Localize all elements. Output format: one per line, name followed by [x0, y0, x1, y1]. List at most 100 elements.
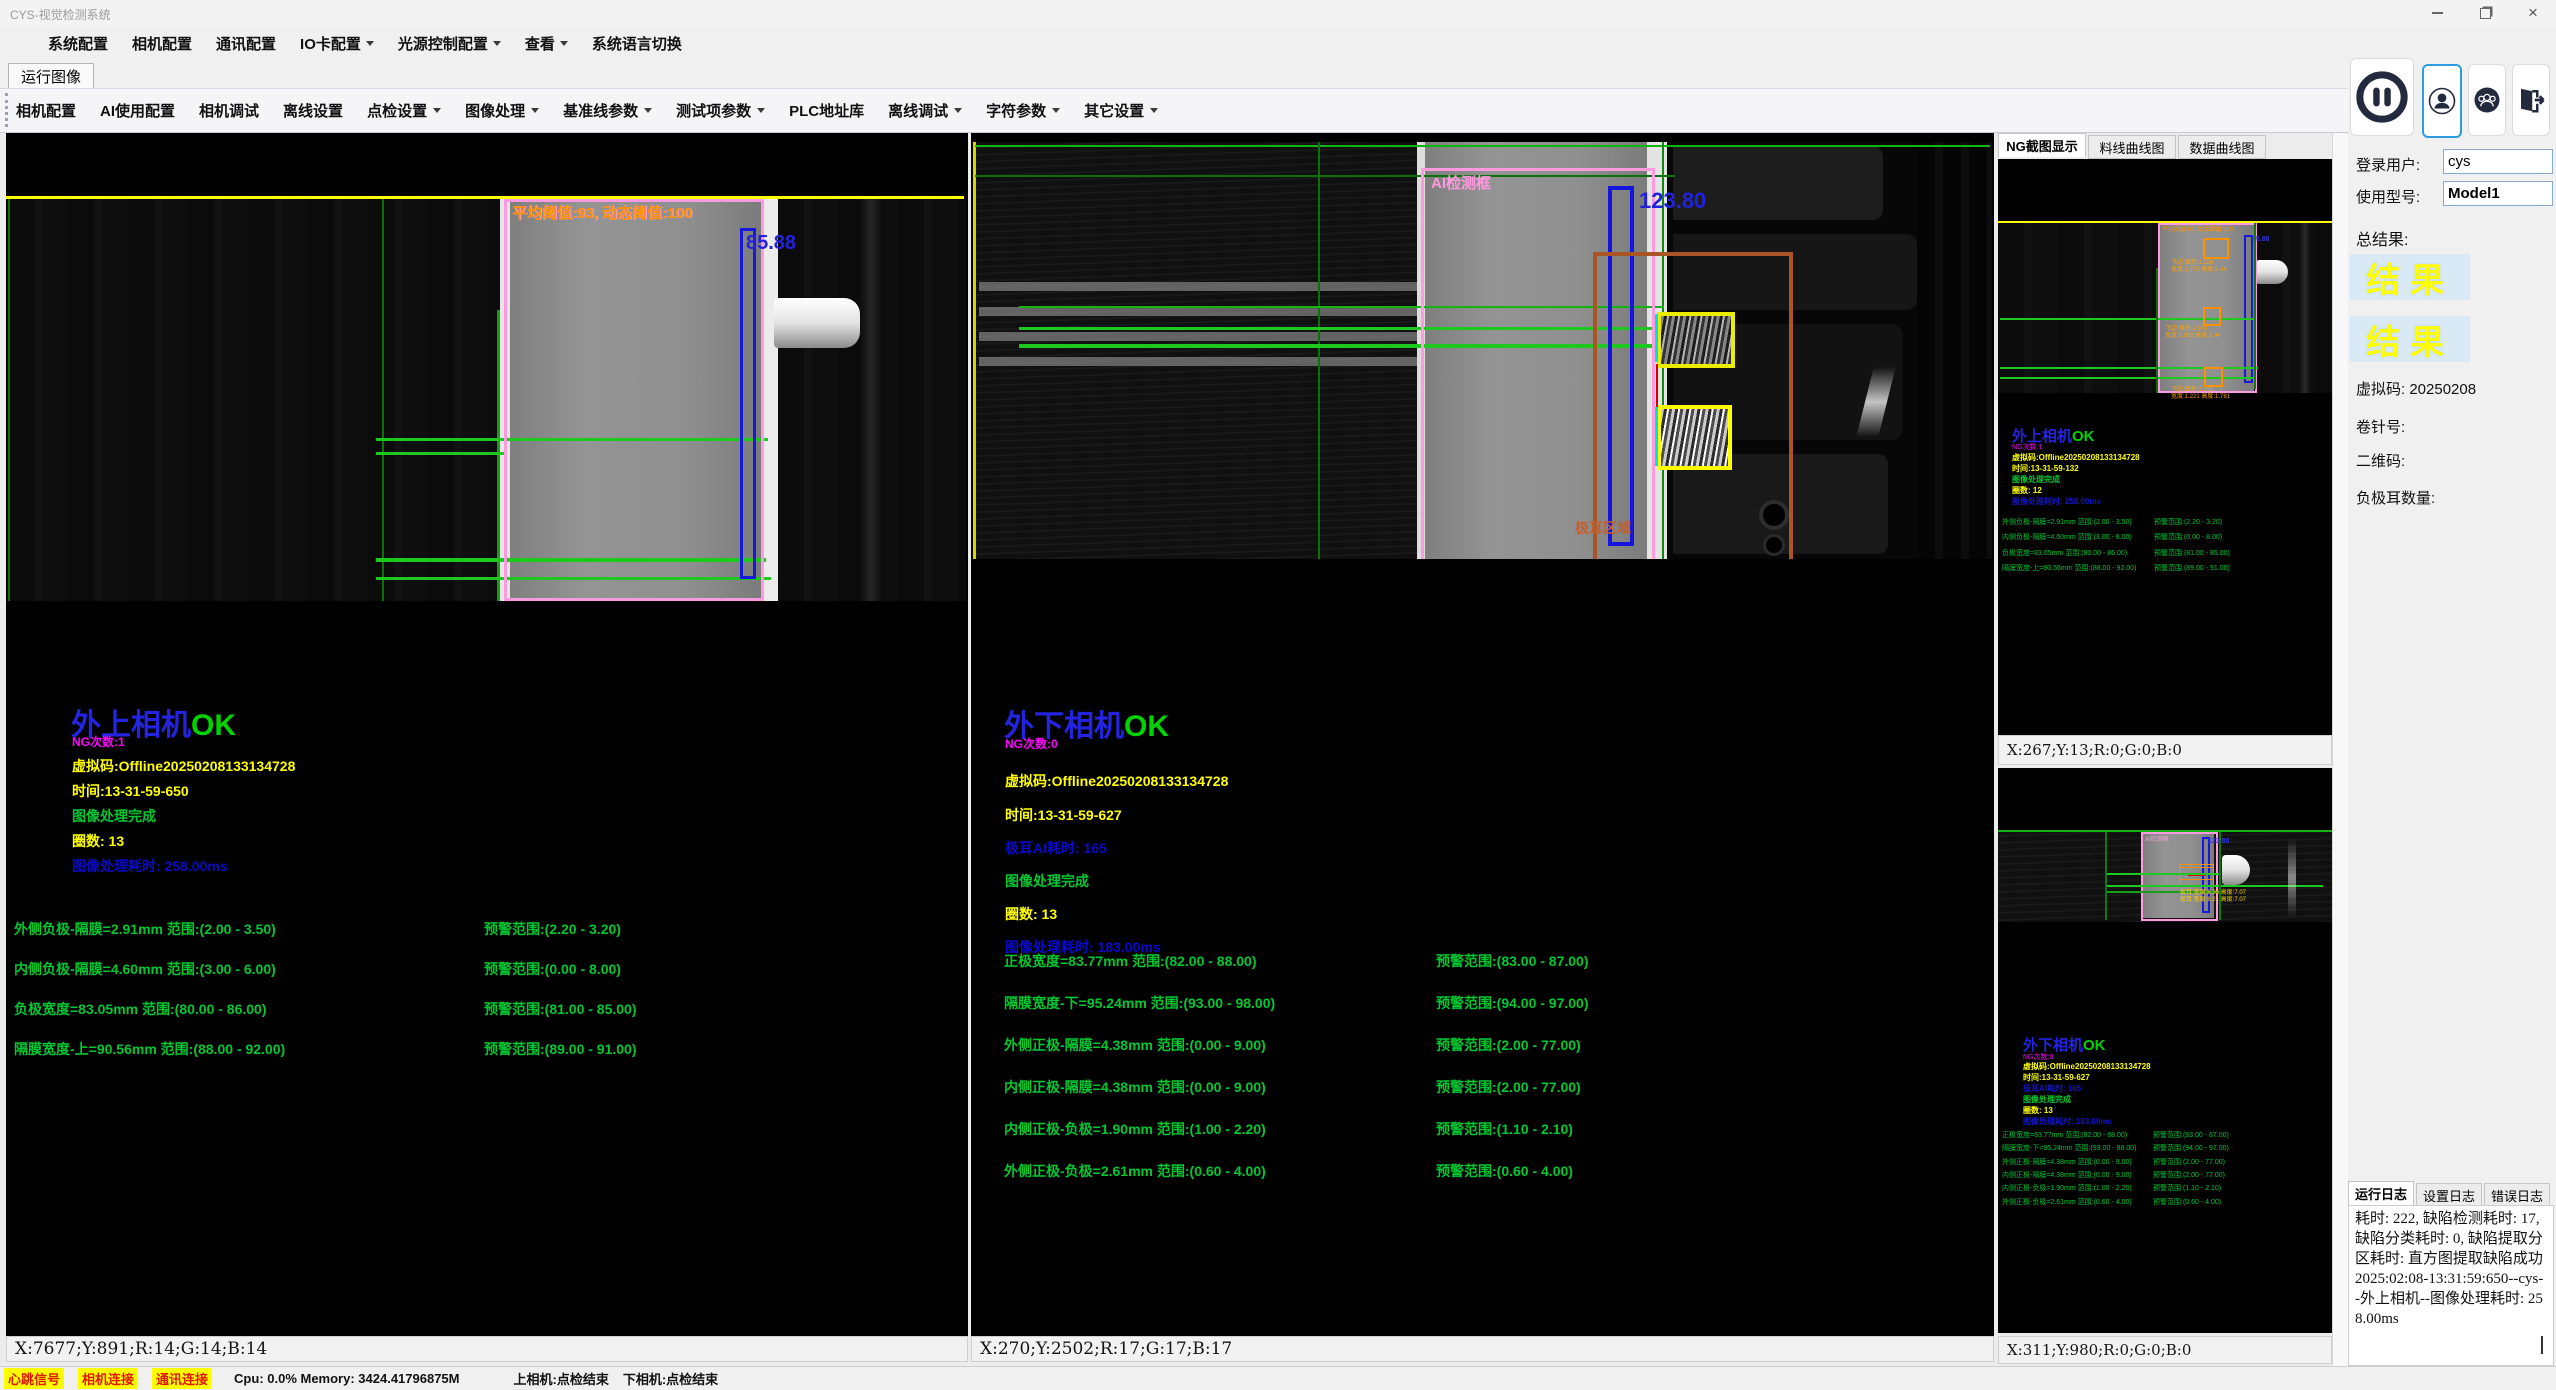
menu-io-card-config[interactable]: IO卡配置: [300, 33, 374, 54]
upper-camera-panel[interactable]: 平均阈值:93, 动态阈值:100 85.88 外上相机OK NG次数:1 虚拟…: [6, 133, 968, 1362]
measurement-row: 隔膜宽度-上=90.56mm 范围:(88.00 - 92.00): [2002, 563, 2136, 573]
menu-light-control-config[interactable]: 光源控制配置: [398, 33, 501, 54]
measurement-warn: 预警范围:(0.60 - 4.00): [1436, 1161, 1573, 1181]
tool-ai-config[interactable]: AI使用配置: [100, 100, 175, 121]
menu-view[interactable]: 查看: [525, 33, 568, 54]
tool-offline-debug[interactable]: 离线调试: [888, 100, 962, 121]
guide-line: [1318, 142, 1320, 559]
guide-line: [2105, 873, 2220, 875]
restore-button[interactable]: [2466, 0, 2504, 26]
user-button[interactable]: [2422, 64, 2462, 138]
model-label: 使用型号:: [2356, 186, 2420, 207]
ai-detect-label: AI检测框: [1431, 172, 1491, 193]
process-done: 图像处理完成: [1005, 871, 1089, 891]
virtual-code: 虚拟码:Offline20250208133134728: [1005, 771, 1228, 791]
ai-detect-box: [504, 199, 764, 601]
exit-button[interactable]: [2512, 64, 2550, 136]
measurement-row: 外侧正极-隔膜=4.38mm 范围:(0.00 - 9.00): [2002, 1157, 2132, 1167]
measurement-row: 内侧正极-负极=1.90mm 范围:(1.00 - 2.20): [2002, 1183, 2132, 1193]
login-user-input[interactable]: [2443, 149, 2553, 174]
menu-camera-config[interactable]: 相机配置: [132, 33, 192, 54]
lower-camera-check-status: 下相机:点检结束: [623, 1369, 718, 1388]
lower-camera-panel[interactable]: AI检测框 123.80 极耳区域 外下相机OK NG次数:0 虚拟码:Offl…: [971, 133, 1994, 1362]
pixel-coordinate-bar: X:270;Y:2502;R:17;G:17;B:17: [971, 1336, 1994, 1362]
text-cursor: [2541, 1336, 2543, 1354]
guide-line: [2105, 832, 2107, 920]
close-button[interactable]: ×: [2514, 0, 2552, 26]
timestamp: 时间:13-31-59-132: [2012, 463, 2079, 474]
tab-row: 运行图像: [0, 60, 2556, 88]
measure-box: [740, 228, 756, 579]
virtual-code-label: 虚拟码: 20250208: [2356, 378, 2476, 399]
pause-icon: [2354, 69, 2410, 125]
tool-char-params[interactable]: 字符参数: [986, 100, 1060, 121]
result-badge-upper: 结果: [2350, 254, 2470, 300]
dropdown-caret-icon: [493, 41, 501, 46]
cpu-memory-status: Cpu: 0.0% Memory: 3424.41796875M: [234, 1371, 459, 1386]
virtual-code: 虚拟码:Offline20250208133134728: [2023, 1061, 2151, 1072]
measurement-warn: 预警范围:(89.00 - 91.00): [484, 1039, 637, 1059]
menu-comm-config[interactable]: 通讯配置: [216, 33, 276, 54]
ng-count: NG次数:1: [72, 733, 125, 750]
tab-line-curve[interactable]: 料线曲线图: [2088, 135, 2176, 159]
menu-language-switch[interactable]: 系统语言切换: [592, 33, 682, 54]
menu-system-config[interactable]: 系统配置: [48, 33, 108, 54]
measurement-row: 内侧正极-负极=1.90mm 范围:(1.00 - 2.20): [1004, 1119, 1266, 1139]
tool-test-params[interactable]: 测试项参数: [676, 100, 765, 121]
process-elapsed: 图像处理耗时: 258.00ms: [2012, 496, 2101, 507]
dropdown-caret-icon: [433, 108, 441, 113]
tool-spot-check[interactable]: 点检设置: [367, 100, 441, 121]
dropdown-caret-icon: [954, 108, 962, 113]
guide-line: [975, 145, 1990, 147]
app-window: CYS-视觉检测系统 × 系统配置 相机配置 通讯配置 IO卡配置 光源控制配置…: [0, 0, 2556, 1390]
ng-thumbnail-lower[interactable]: AI检测框 123.80 极耳 宽度:6.35 高度:7.07 极耳 宽度:6.…: [1998, 768, 2332, 1333]
tab-settings-log[interactable]: 设置日志: [2416, 1183, 2482, 1207]
ng-thumbnail-upper[interactable]: 平均阈值:93, 动态阈值:100 85.88 飞边 面积:1.226 宽度:1…: [1998, 159, 2332, 735]
tool-image-processing[interactable]: 图像处理: [465, 100, 539, 121]
pause-button[interactable]: [2350, 58, 2414, 136]
ai-threshold-caption: 平均阈值:93, 动态阈值:100: [2162, 224, 2233, 233]
tab-metal-blob: [774, 298, 860, 348]
tab-ng-display[interactable]: NG截图显示: [1998, 133, 2086, 157]
tool-plc-address[interactable]: PLC地址库: [789, 100, 864, 121]
pixel-coordinate-bar: X:267;Y:13;R:0;G:0;B:0: [1998, 735, 2332, 765]
dropdown-caret-icon: [757, 108, 765, 113]
measurement-warn: 预警范围:(0.00 - 8.00): [2154, 532, 2222, 542]
tool-camera-debug[interactable]: 相机调试: [199, 100, 259, 121]
tab-run-image[interactable]: 运行图像: [8, 63, 94, 89]
users-group-icon: [2472, 85, 2502, 115]
measurement-row: 负极宽度=83.05mm 范围:(80.00 - 86.00): [14, 999, 267, 1019]
defect-annotation: 宽度:1.221 高度:1.781: [2171, 391, 2230, 400]
tool-baseline-params[interactable]: 基准线参数: [563, 100, 652, 121]
close-icon: ×: [2528, 3, 2538, 23]
highlight-streak: [2288, 838, 2296, 918]
tab-run-log[interactable]: 运行日志: [2348, 1181, 2414, 1205]
result-badge-lower: 结果: [2350, 316, 2470, 362]
measurement-warn: 预警范围:(1.10 - 2.10): [2153, 1183, 2221, 1193]
run-log-text[interactable]: 耗时: 222, 缺陷检测耗时: 17, 缺陷分类耗时: 0, 缺陷提取分区耗时…: [2348, 1205, 2554, 1366]
lower-camera-image: AI检测框 123.80 极耳区域: [973, 142, 1992, 559]
pixel-coordinate-bar: X:311;Y:980;R:0;G:0;B:0: [1998, 1336, 2332, 1364]
ng-count: NG次数:0: [1005, 735, 1058, 752]
measurement-warn: 预警范围:(94.00 - 97.00): [1436, 993, 1589, 1013]
guide-line-red: [1656, 364, 1658, 407]
dropdown-caret-icon: [1052, 108, 1060, 113]
tool-other-settings[interactable]: 其它设置: [1084, 100, 1158, 121]
guide-line: [382, 198, 384, 601]
window-title: CYS-视觉检测系统: [10, 6, 111, 23]
user-icon: [2427, 86, 2457, 116]
measurement-row: 内侧负极-隔膜=4.60mm 范围:(3.00 - 6.00): [2002, 532, 2132, 542]
ng-column: NG截图显示 料线曲线图 数据曲线图 平均阈值:93, 动态阈值:100 85.…: [1998, 133, 2332, 1366]
measurement-row: 内侧正极-隔膜=4.38mm 范围:(0.00 - 9.00): [1004, 1077, 1266, 1097]
minimize-button[interactable]: [2418, 0, 2456, 26]
loop-count: 圈数: 12: [2012, 485, 2042, 496]
tool-offline-settings[interactable]: 离线设置: [283, 100, 343, 121]
model-input[interactable]: [2443, 181, 2553, 206]
tab-error-log[interactable]: 错误日志: [2484, 1183, 2550, 1207]
tool-camera-config[interactable]: 相机配置: [16, 100, 76, 121]
restore-icon: [2480, 8, 2491, 19]
tab-data-curve[interactable]: 数据曲线图: [2178, 135, 2266, 159]
title-bar: CYS-视觉检测系统 ×: [0, 0, 2556, 26]
users-group-button[interactable]: [2468, 64, 2506, 136]
toolbar-grip[interactable]: [5, 93, 11, 127]
